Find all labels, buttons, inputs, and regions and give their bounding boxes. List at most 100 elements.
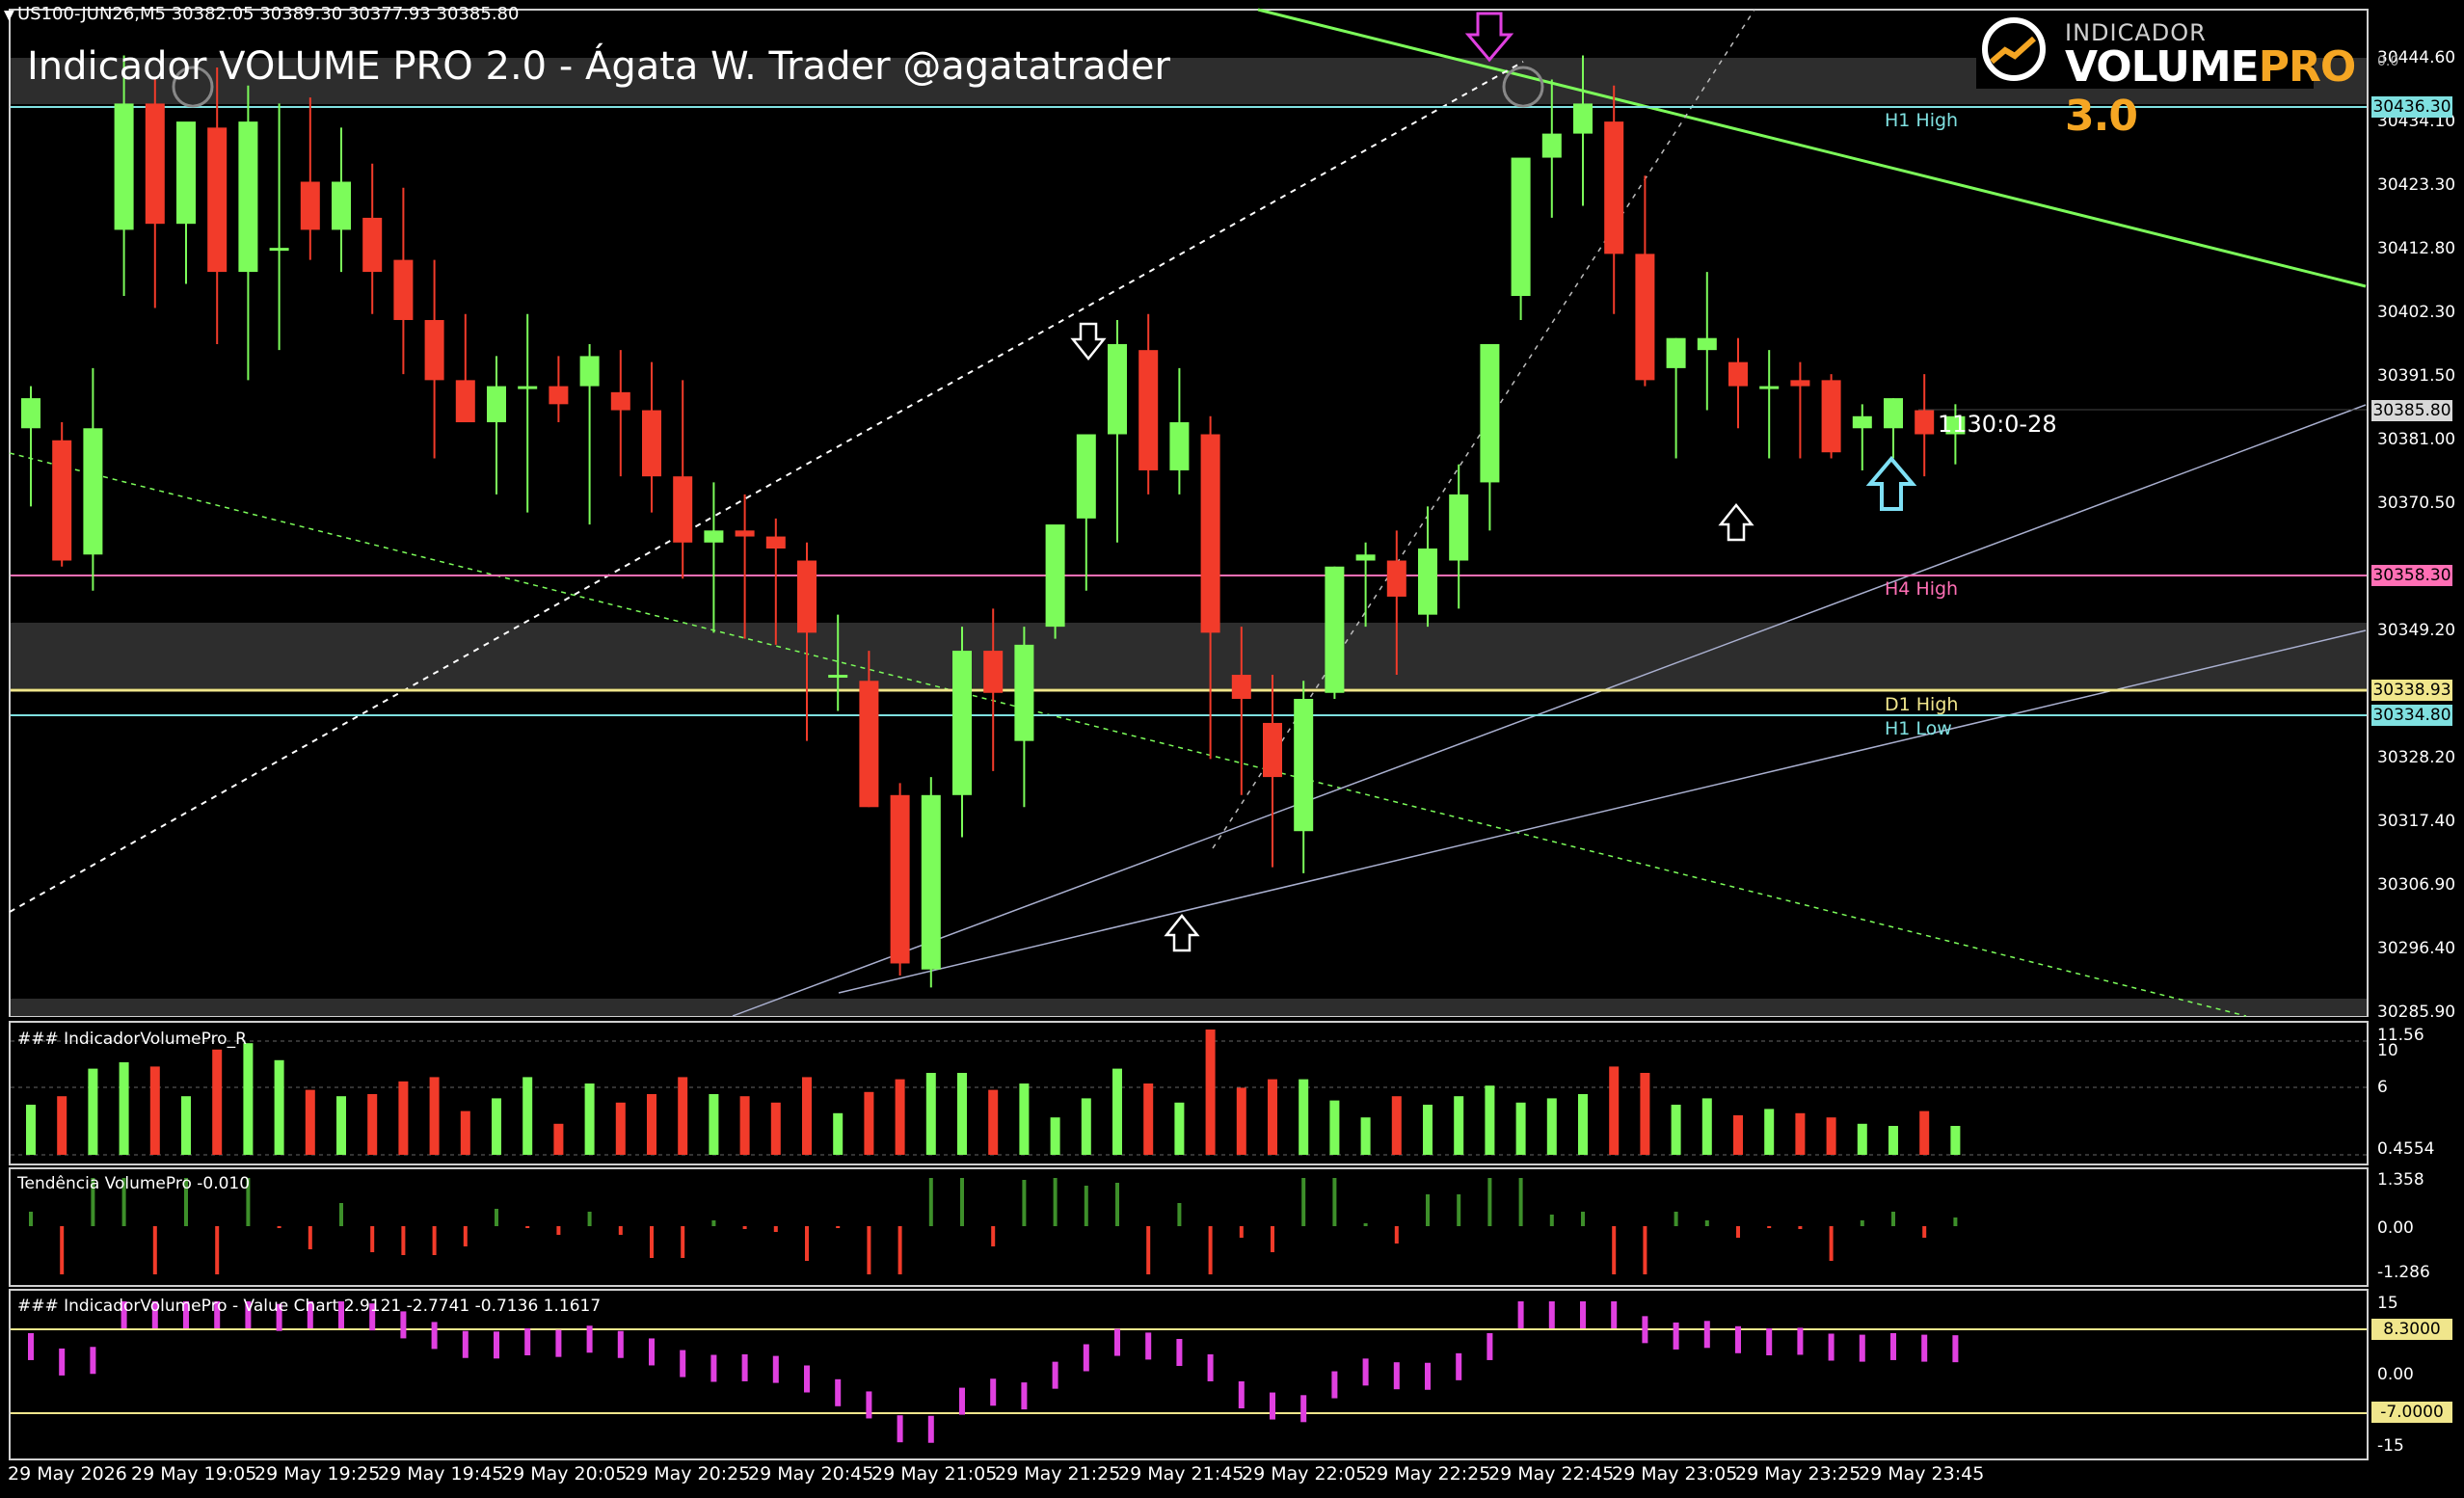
sub3-scale-min: -15 bbox=[2377, 1436, 2404, 1456]
candle-body bbox=[735, 530, 755, 537]
trend-bar bbox=[1643, 1226, 1647, 1274]
time-axis-label: 29 May 22:45 bbox=[1488, 1463, 1615, 1485]
volume-bar bbox=[770, 1102, 781, 1155]
time-axis-label: 29 May 20:05 bbox=[501, 1463, 628, 1485]
price-tag-current: 30385.80 bbox=[2371, 400, 2452, 421]
value-bar bbox=[28, 1332, 34, 1360]
level-label-h1-low: H1 Low bbox=[1885, 718, 1952, 739]
trend-bar bbox=[1860, 1220, 1864, 1226]
trend-bar bbox=[1363, 1223, 1368, 1226]
volume-bar bbox=[925, 1073, 936, 1155]
value-bar bbox=[90, 1347, 96, 1375]
candle-body bbox=[1386, 560, 1406, 597]
candle-body bbox=[952, 651, 972, 795]
support-zone bbox=[11, 623, 2367, 688]
volume-histogram bbox=[26, 1030, 1961, 1155]
value-bar bbox=[1145, 1332, 1152, 1360]
value-bar bbox=[59, 1348, 66, 1376]
value-bar bbox=[897, 1415, 903, 1443]
trend-bar bbox=[215, 1226, 220, 1274]
sub3-scale-zero: 0.00 bbox=[2377, 1365, 2414, 1384]
trendline-blue-1 bbox=[732, 404, 2367, 1017]
candle-body bbox=[1666, 337, 1686, 368]
value-chart-bars bbox=[28, 1301, 1959, 1443]
value-bar bbox=[1735, 1325, 1741, 1353]
volume-bar bbox=[1919, 1110, 1930, 1155]
candle-body bbox=[983, 651, 1004, 693]
volume-bar bbox=[57, 1096, 67, 1155]
volume-bar bbox=[1546, 1098, 1557, 1155]
candle-body bbox=[300, 181, 320, 230]
trend-bar bbox=[1208, 1226, 1213, 1274]
trend-bar bbox=[432, 1226, 437, 1255]
time-axis-label: 29 May 20:25 bbox=[625, 1463, 751, 1485]
candle-body bbox=[52, 440, 72, 561]
candle-body bbox=[1511, 157, 1531, 297]
time-axis-label: 29 May 21:05 bbox=[871, 1463, 998, 1485]
trend-bar bbox=[742, 1226, 747, 1229]
value-bar bbox=[1859, 1334, 1865, 1362]
volume-bar bbox=[1671, 1105, 1681, 1155]
candle-body bbox=[859, 681, 879, 808]
value-bar bbox=[1052, 1361, 1058, 1389]
volume-bar bbox=[739, 1096, 750, 1155]
value-bar bbox=[1797, 1327, 1804, 1355]
volume-bar bbox=[584, 1083, 595, 1155]
trading-chart[interactable] bbox=[0, 0, 2464, 1498]
level-label-h4-high: H4 High bbox=[1885, 578, 1959, 600]
value-bar bbox=[1207, 1353, 1214, 1381]
candle-body bbox=[890, 794, 910, 964]
trend-bar bbox=[991, 1226, 996, 1246]
trend-bar bbox=[1457, 1194, 1461, 1226]
volume-bar bbox=[1081, 1098, 1091, 1155]
candle-body bbox=[1541, 133, 1562, 158]
trend-bar bbox=[618, 1226, 623, 1235]
candle-body bbox=[1852, 415, 1872, 429]
level-label-d1-high: D1 High bbox=[1885, 694, 1959, 715]
volume-bar bbox=[367, 1094, 378, 1155]
volume-bar bbox=[26, 1105, 36, 1155]
volume-bar bbox=[181, 1096, 191, 1155]
time-axis-label: 29 May 22:25 bbox=[1365, 1463, 1491, 1485]
volume-bar bbox=[1391, 1096, 1402, 1155]
candle-body bbox=[1884, 398, 1903, 429]
candle-body bbox=[1480, 343, 1500, 483]
value-bar bbox=[1362, 1358, 1369, 1386]
candle-body bbox=[579, 356, 600, 387]
value-bar bbox=[772, 1355, 779, 1383]
candle-body bbox=[549, 386, 569, 405]
volume-bar bbox=[1826, 1117, 1836, 1155]
trend-bar bbox=[1301, 1178, 1306, 1226]
trend-bar bbox=[1394, 1226, 1399, 1244]
candle-body bbox=[1418, 548, 1437, 615]
volume-bar bbox=[243, 1043, 254, 1155]
price-axis-label: 30317.40 bbox=[2377, 812, 2456, 831]
value-bar bbox=[741, 1353, 748, 1381]
candle-body bbox=[176, 121, 196, 225]
candle-body bbox=[207, 127, 228, 273]
time-axis-label: 29 May 19:25 bbox=[254, 1463, 381, 1485]
trend-bar bbox=[1674, 1212, 1678, 1226]
trend-bar bbox=[1271, 1226, 1274, 1252]
volume-bar bbox=[149, 1066, 160, 1155]
volume-bar bbox=[1019, 1083, 1030, 1155]
price-axis-label: 30381.00 bbox=[2377, 430, 2456, 449]
value-bar bbox=[1890, 1332, 1896, 1360]
value-bar bbox=[1114, 1328, 1120, 1356]
candle-body bbox=[238, 121, 258, 273]
candle-body bbox=[1263, 722, 1282, 778]
main-window-frame bbox=[9, 9, 2369, 1017]
candle-body bbox=[921, 794, 941, 970]
volume-bar bbox=[709, 1094, 719, 1155]
trend-bar bbox=[960, 1178, 964, 1226]
candle-body bbox=[704, 530, 724, 543]
candle-body bbox=[518, 386, 538, 389]
trend-bar bbox=[152, 1226, 157, 1274]
value-bar bbox=[494, 1331, 499, 1359]
candle-body bbox=[765, 536, 786, 549]
volume-bar bbox=[1299, 1079, 1309, 1155]
chevron-down-icon[interactable]: ▼ bbox=[4, 8, 14, 23]
volume-bar bbox=[553, 1123, 564, 1155]
trend-bar bbox=[587, 1212, 592, 1226]
volume-bar bbox=[1764, 1109, 1775, 1155]
